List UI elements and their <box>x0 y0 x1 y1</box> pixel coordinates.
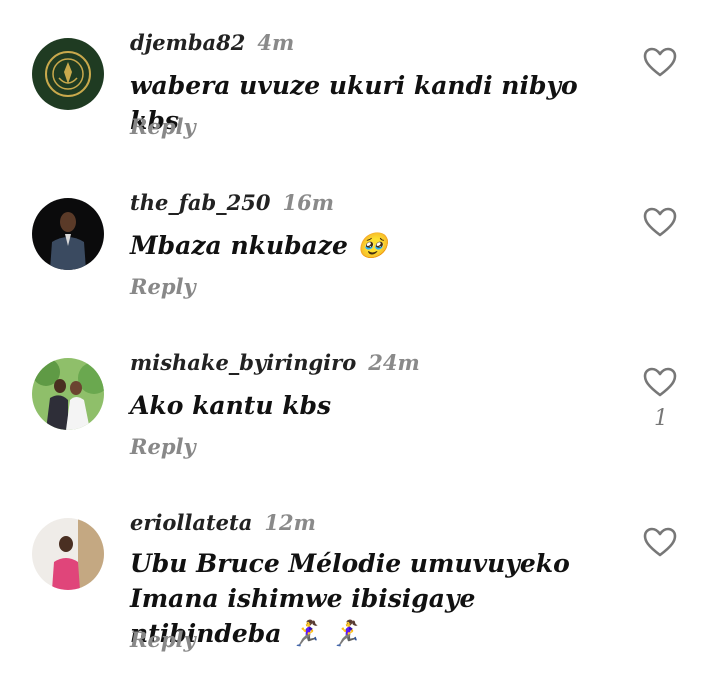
profile-photo-icon <box>32 198 104 270</box>
comment-item: djemba82 4m wabera uvuze ukuri kandi niby… <box>0 30 720 160</box>
profile-photo-icon <box>32 358 104 430</box>
avatar[interactable] <box>32 518 104 590</box>
comment-text: Ako kantu kbs <box>130 391 332 420</box>
reply-button[interactable]: Reply <box>130 114 196 139</box>
comment-meta: the_fab_250 16m <box>130 190 334 215</box>
reply-button[interactable]: Reply <box>130 434 196 459</box>
timestamp: 4m <box>257 30 295 55</box>
like-count: 1 <box>654 406 668 431</box>
comment-item: the_fab_250 16m Mbaza nkubaze 🥹 Reply <box>0 190 720 320</box>
comment-meta: djemba82 4m <box>130 30 294 55</box>
heart-outline-icon[interactable] <box>642 46 678 78</box>
avatar[interactable] <box>32 198 104 270</box>
heart-outline-icon[interactable] <box>642 206 678 238</box>
timestamp: 16m <box>282 190 334 215</box>
username-link[interactable]: the_fab_250 <box>130 190 271 215</box>
timestamp: 12m <box>264 510 316 535</box>
username-link[interactable]: eriollateta <box>130 510 252 535</box>
profile-photo-icon <box>32 518 104 590</box>
reply-button[interactable]: Reply <box>130 627 196 652</box>
comment-item: eriollateta 12m Ubu Bruce Mélodie umuvuye… <box>0 510 720 680</box>
comment-text: Mbaza nkubaze 🥹 <box>130 231 388 260</box>
avatar[interactable] <box>32 358 104 430</box>
heart-outline-icon[interactable] <box>642 526 678 558</box>
reply-button[interactable]: Reply <box>130 274 196 299</box>
seal-logo-icon <box>32 38 104 110</box>
avatar[interactable] <box>32 38 104 110</box>
comment-text: wabera uvuze ukuri kandi nibyo kbs <box>130 71 578 135</box>
comment-text: Ubu Bruce Mélodie umuvuyeko Imana ishimw… <box>130 549 570 648</box>
timestamp: 24m <box>368 350 420 375</box>
comment-meta: mishake_byiringiro 24m <box>130 350 420 375</box>
username-link[interactable]: djemba82 <box>130 30 245 55</box>
heart-outline-icon[interactable] <box>642 366 678 398</box>
comment-meta: eriollateta 12m <box>130 510 316 535</box>
username-link[interactable]: mishake_byiringiro <box>130 350 356 375</box>
comment-item: mishake_byiringiro 24m Ako kantu kbs Repl… <box>0 350 720 480</box>
